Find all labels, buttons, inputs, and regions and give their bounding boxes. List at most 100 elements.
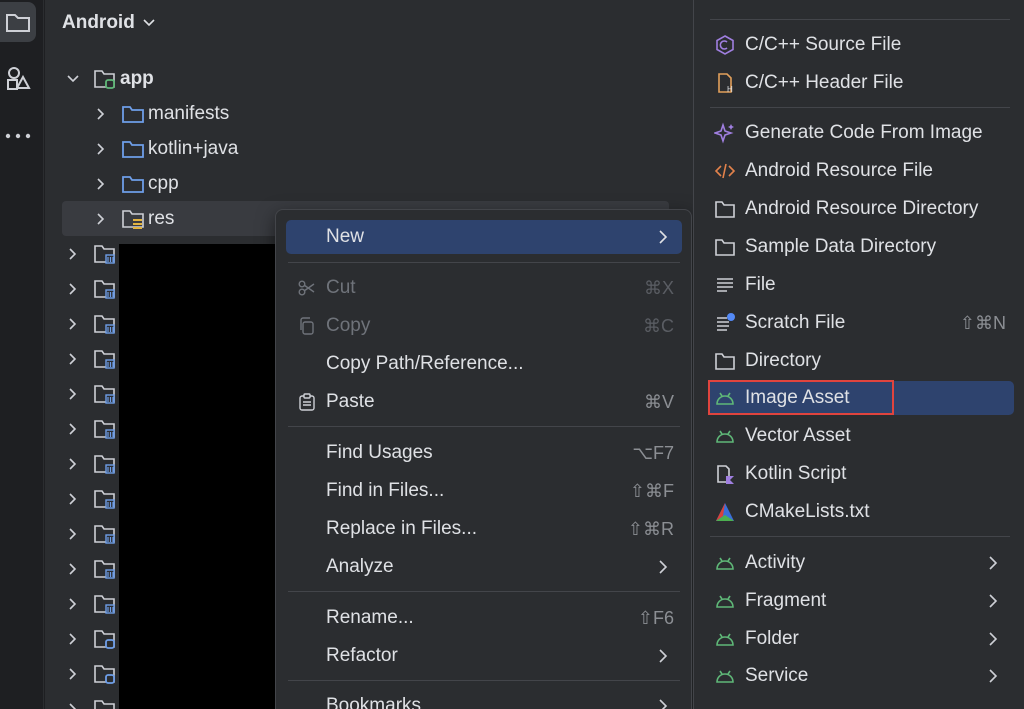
menu-item-label: Refactor [326,645,398,666]
submenu-item-scratch-file[interactable]: Scratch File ⇧⌘N [708,306,1014,340]
tree-label: app [120,67,154,89]
android-icon [714,590,736,612]
menu-item-shortcut: ⇧⌘R [627,518,674,539]
module-folder-icon [94,699,115,709]
submenu-item-label: Folder [745,628,799,649]
submenu-item-service[interactable]: Service [708,659,1014,693]
submenu-item-directory[interactable]: Directory [708,344,1014,378]
menu-item-label: Copy [326,315,371,336]
submenu-item-file[interactable]: File [708,268,1014,302]
menu-item-replace-in-files[interactable]: Replace in Files... ⇧⌘R [286,512,682,546]
chevron-right-icon [989,669,998,683]
submenu-item-vector-asset[interactable]: Vector Asset [708,419,1014,453]
android-icon [714,665,736,687]
submenu-item-android-resource-directory[interactable]: Android Resource Directory [708,192,1014,226]
chevron-right-icon [69,562,77,575]
tree-node-manifests[interactable]: manifests [45,96,695,131]
chevron-right-icon [97,177,105,190]
menu-item-refactor[interactable]: Refactor [286,639,682,673]
menu-item-find-usages[interactable]: Find Usages ⌥F7 [286,436,682,470]
new-submenu: C/C++ Source File H C/C++ Header File Ge… [693,0,1024,709]
tree-node-app[interactable]: app [45,61,695,96]
kotlin-script-icon [714,463,736,485]
module-folder-icon [94,384,115,404]
menu-item-bookmarks[interactable]: Bookmarks [286,689,682,709]
submenu-item-cpp-source[interactable]: C/C++ Source File [708,28,1014,62]
chevron-right-icon [69,597,77,610]
menu-item-shortcut: ⌘V [643,391,674,412]
menu-separator [710,107,1010,108]
tree-label: cpp [148,172,179,194]
chevron-right-icon [989,556,998,570]
menu-separator [288,680,680,681]
submenu-item-label: Generate Code From Image [745,122,983,143]
menu-separator [288,591,680,592]
menu-item-label: Rename... [326,607,414,628]
chevron-down-icon [67,74,79,82]
submenu-item-label: C/C++ Source File [745,34,902,55]
chevron-right-icon [69,527,77,540]
folder-icon [122,175,144,193]
menu-separator [288,426,680,427]
submenu-item-label: File [745,274,776,295]
sparkle-icon [714,122,736,144]
submenu-item-cpp-header[interactable]: H C/C++ Header File [708,66,1014,100]
cpp-header-icon: H [714,72,736,94]
module-folder-icon [94,594,115,614]
menu-separator [710,536,1010,537]
submenu-item-label: Service [745,665,809,686]
chevron-right-icon [989,594,998,608]
project-view-label: Android [62,12,135,33]
submenu-item-generate-code[interactable]: Generate Code From Image [708,116,1014,150]
chevron-right-icon [69,667,77,680]
submenu-item-folder[interactable]: Folder [708,622,1014,656]
scissors-icon [298,279,316,297]
submenu-item-sample-data-directory[interactable]: Sample Data Directory [708,230,1014,264]
menu-item-analyze[interactable]: Analyze [286,550,682,584]
menu-item-find-in-files[interactable]: Find in Files... ⇧⌘F [286,474,682,508]
clipboard-icon [298,393,316,411]
submenu-item-label: Kotlin Script [745,463,847,484]
module-folder-icon [94,349,115,369]
menu-separator [288,262,680,263]
submenu-item-shortcut: ⇧⌘N [959,312,1006,333]
submenu-item-android-resource-file[interactable]: Android Resource File [708,154,1014,188]
folder-icon [714,236,736,258]
chevron-right-icon [69,247,77,260]
chevron-right-icon [69,422,77,435]
menu-item-shortcut: ⇧F6 [637,607,674,628]
shapes-icon [7,67,31,90]
submenu-item-fragment[interactable]: Fragment [708,584,1014,618]
menu-item-new[interactable]: New [286,220,682,254]
tree-node-kotlin-java[interactable]: kotlin+java [45,131,695,166]
folder-icon [122,140,144,158]
scratch-file-icon [714,312,736,334]
folder-icon [714,350,736,372]
menu-item-copy[interactable]: Copy ⌘C [286,309,682,343]
tree-node-cpp[interactable]: cpp [45,166,695,201]
more-tools-button[interactable] [0,116,36,156]
submenu-item-kotlin-script[interactable]: Kotlin Script [708,457,1014,491]
module-folder-icon [94,244,115,264]
menu-item-shortcut: ⇧⌘F [629,480,674,501]
more-icon [5,133,31,139]
menu-item-cut[interactable]: Cut ⌘X [286,271,682,305]
project-tool-button[interactable] [0,2,36,42]
chevron-right-icon [659,699,668,709]
resource-manager-button[interactable] [0,58,36,98]
chevron-right-icon [69,282,77,295]
submenu-item-activity[interactable]: Activity [708,546,1014,580]
submenu-item-label: Fragment [745,590,827,611]
project-view-selector[interactable]: Android [62,12,155,34]
folder-icon [714,198,736,220]
menu-item-shortcut: ⌘X [643,277,674,298]
module-folder-icon [94,314,115,334]
chevron-right-icon [69,317,77,330]
module-folder-icon [94,69,115,89]
resource-folder-icon [122,209,144,229]
menu-item-paste[interactable]: Paste ⌘V [286,385,682,419]
submenu-item-cmakelists[interactable]: CMakeLists.txt [708,495,1014,529]
menu-item-rename[interactable]: Rename... ⇧F6 [286,601,682,635]
menu-item-copy-path[interactable]: Copy Path/Reference... [286,347,682,381]
menu-item-label: Paste [326,391,375,412]
